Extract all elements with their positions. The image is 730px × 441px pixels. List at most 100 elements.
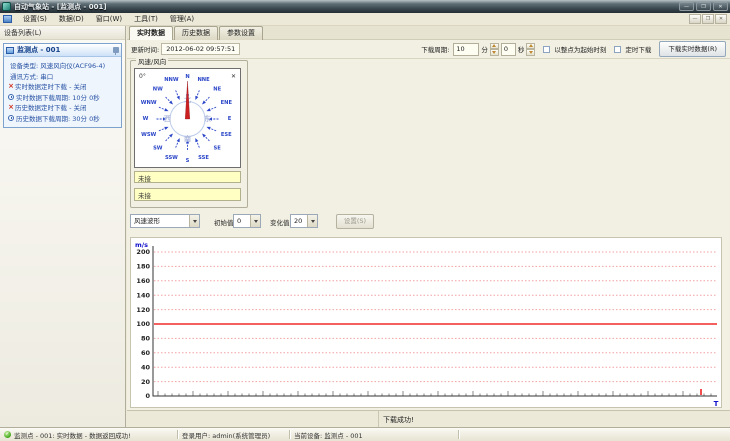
align-start-checkbox[interactable]	[543, 45, 551, 53]
svg-text:N: N	[185, 74, 189, 80]
settings-button[interactable]: 设置(S)	[336, 214, 374, 229]
change-value: 20	[294, 217, 303, 225]
device-info-text: 历史数据下载周期: 30分 0秒	[16, 114, 100, 123]
pin-icon[interactable]	[113, 47, 119, 55]
current-device: 当前设备: 监测点 - 001	[294, 431, 363, 440]
device-info-text: 设备类型: 风速风向仪(ACF96-4)	[10, 62, 106, 71]
device-list-header: 设备列表(L)	[0, 26, 125, 40]
status-bar: 监测点 - 001: 实时数据 - 数据返回成功! 登录用户: admin(系统…	[0, 427, 730, 441]
menu-item[interactable]: 工具(T)	[128, 15, 164, 23]
mdi-close-button[interactable]: ✕	[715, 14, 727, 24]
svg-text:100: 100	[136, 320, 150, 328]
tab-inactive[interactable]: 参数设置	[219, 26, 263, 40]
update-time-label: 更新时间:	[131, 46, 160, 54]
app-icon	[2, 2, 11, 11]
spin-down-icon[interactable]	[489, 49, 499, 56]
svg-text:南: 南	[184, 134, 191, 143]
svg-text:ESE: ESE	[221, 132, 232, 138]
chevron-down-icon[interactable]	[189, 215, 199, 227]
wind-groupbox-label: 风速/风向	[136, 56, 169, 66]
device-info-text: 实时数据定时下载 - 关闭	[15, 83, 87, 92]
device-panel: 监测点 - 001 设备类型: 风速风向仪(ACF96-4) 通讯方式: 串口 × 实…	[3, 43, 122, 128]
svg-text:E: E	[228, 116, 232, 122]
svg-text:120: 120	[136, 306, 150, 314]
menu-item[interactable]: 数据(D)	[53, 15, 90, 23]
wind-field-1: 未接	[134, 171, 241, 183]
mdi-window-buttons: — ❐ ✕	[688, 14, 727, 24]
wind-speed-chart: 0 20 40 60 80 100 120 140 160 180 200 m/s T	[130, 237, 722, 408]
tab-inactive[interactable]: 历史数据	[174, 26, 218, 40]
initial-value-select[interactable]: 0	[233, 214, 261, 228]
waveform-select[interactable]: 风速波形	[130, 214, 200, 228]
update-time-value: 2012-06-02 09:57:51	[161, 43, 241, 55]
menu-item[interactable]: 管理(A)	[164, 15, 200, 23]
device-info-text: 历史数据定时下载 - 关闭	[15, 104, 87, 113]
download-controls: 下载周期: 10 分 0 秒 以整点为起始时刻 定时下载 下载实时数据(R)	[421, 41, 726, 57]
device-info-line: 设备类型: 风速风向仪(ACF96-4)	[7, 60, 119, 71]
download-period-label: 下载周期:	[421, 46, 450, 54]
title-bar: 自动气象站 - [监测点 - 001] — ❐ ✕	[0, 0, 730, 13]
device-info-list: 设备类型: 风速风向仪(ACF96-4) 通讯方式: 串口 × 实时数据定时下载 - …	[4, 57, 121, 127]
status-user-section: 登录用户: admin(系统管理员)	[178, 428, 289, 441]
menu-item[interactable]: 设置(S)	[17, 15, 53, 23]
menu-items: 设置(S) 数据(D) 窗口(W) 工具(T) 管理(A)	[17, 14, 200, 24]
status-message-section: 监测点 - 001: 实时数据 - 数据返回成功!	[0, 428, 177, 441]
device-icon	[6, 46, 14, 54]
minutes-unit-label: 分	[481, 46, 488, 54]
minimize-button[interactable]: —	[679, 2, 694, 11]
device-info-text: 实时数据下载周期: 10分 0秒	[16, 93, 100, 102]
svg-text:SW: SW	[153, 146, 163, 152]
close-button[interactable]: ✕	[713, 2, 728, 11]
svg-text:80: 80	[141, 335, 151, 343]
seconds-input[interactable]: 0	[500, 42, 516, 56]
tab-strip: 实时数据 历史数据 参数设置	[127, 26, 730, 40]
svg-text:S: S	[186, 158, 190, 164]
wind-groupbox: 风速/风向 N NNE NE ENE E ESE SE SSE S SSW SW WSW W WNW NW N…	[130, 56, 248, 208]
minutes-stepper[interactable]	[489, 42, 499, 56]
svg-text:180: 180	[136, 263, 150, 271]
svg-text:NNW: NNW	[164, 77, 179, 83]
device-panel-title: 监测点 - 001	[17, 46, 61, 54]
change-value-label: 变化值:	[270, 219, 292, 227]
chevron-down-icon[interactable]	[250, 215, 260, 227]
clock-icon	[8, 114, 14, 121]
chart-controls-row: 风速波形 初始值: 0 变化值: 20 设置(S)	[127, 214, 730, 230]
toolbar: 更新时间: 2012-06-02 09:57:51 下载周期: 10 分 0 秒…	[127, 40, 730, 59]
change-value-select[interactable]: 20	[290, 214, 318, 228]
svg-text:160: 160	[136, 277, 150, 285]
svg-text:NW: NW	[153, 86, 163, 92]
svg-text:140: 140	[136, 291, 150, 299]
cross-icon: ×	[8, 103, 14, 112]
mdi-child-icon	[3, 15, 12, 23]
minutes-input[interactable]: 10	[453, 42, 480, 56]
mdi-restore-button[interactable]: ❐	[702, 14, 714, 24]
device-info-line: 历史数据下载周期: 30分 0秒	[7, 113, 119, 124]
status-device-section: 当前设备: 监测点 - 001	[290, 428, 458, 441]
success-icon	[4, 431, 11, 438]
cross-icon: ×	[8, 82, 14, 91]
device-info-line: 实时数据下载周期: 10分 0秒	[7, 92, 119, 103]
svg-text:SE: SE	[214, 146, 222, 152]
timed-download-checkbox[interactable]	[614, 45, 622, 53]
device-info-line: × 历史数据定时下载 - 关闭	[7, 102, 119, 113]
spin-down-icon[interactable]	[526, 49, 536, 56]
seconds-stepper[interactable]	[526, 42, 536, 56]
svg-text:SSE: SSE	[198, 155, 209, 161]
svg-text:东: 东	[204, 114, 211, 123]
status-message: 监测点 - 001: 实时数据 - 数据返回成功!	[14, 431, 131, 440]
svg-text:NE: NE	[213, 86, 221, 92]
svg-text:0: 0	[145, 392, 150, 400]
download-realtime-button[interactable]: 下载实时数据(R)	[659, 41, 726, 57]
menu-item[interactable]: 窗口(W)	[90, 15, 128, 23]
device-info-line: × 实时数据定时下载 - 关闭	[7, 81, 119, 92]
chevron-down-icon[interactable]	[307, 215, 317, 227]
svg-text:西: 西	[164, 115, 171, 123]
initial-value: 0	[237, 217, 242, 225]
device-panel-header[interactable]: 监测点 - 001	[4, 44, 121, 57]
tab-active[interactable]: 实时数据	[129, 26, 173, 40]
mdi-minimize-button[interactable]: —	[689, 14, 701, 24]
download-status-strip: 下载成功!	[127, 410, 730, 427]
svg-text:T: T	[714, 400, 719, 407]
svg-text:WNW: WNW	[141, 100, 157, 106]
maximize-button[interactable]: ❐	[696, 2, 711, 11]
